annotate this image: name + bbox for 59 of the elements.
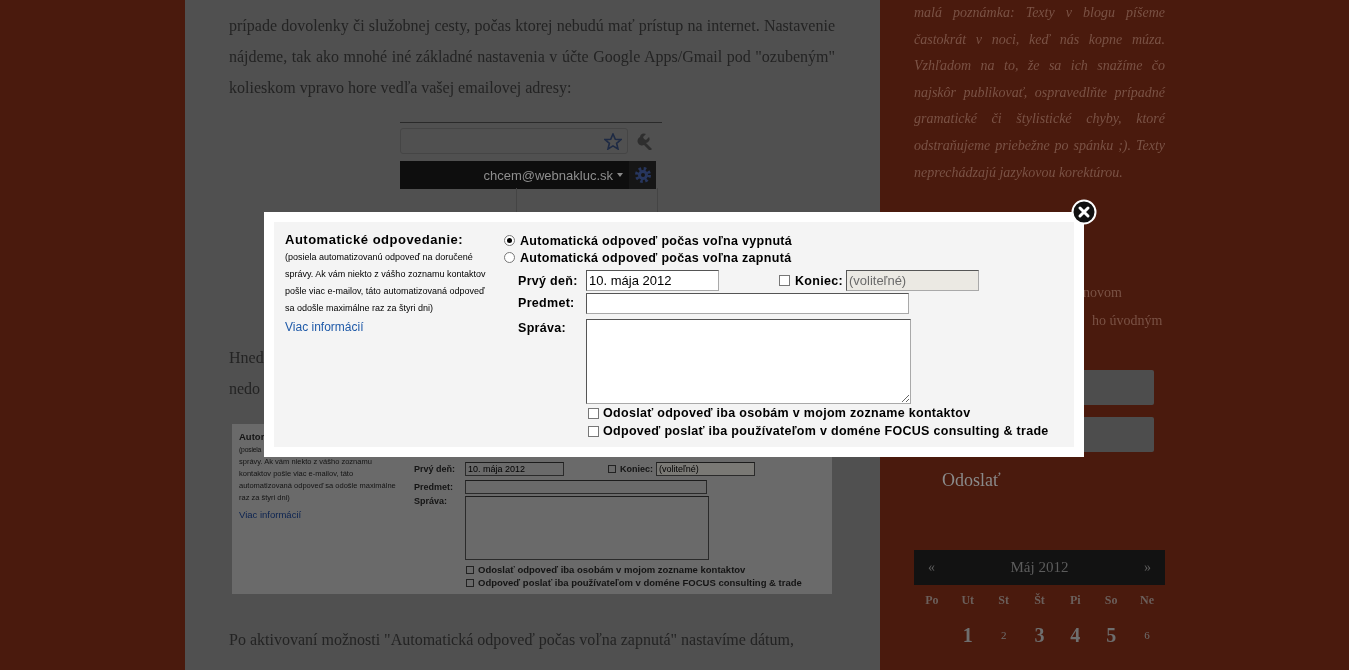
calendar-day: 6 [1144, 629, 1150, 641]
field-label: Koniec: [795, 273, 843, 288]
checkbox[interactable] [779, 275, 790, 286]
date-field[interactable]: (voliteľné) [845, 270, 979, 291]
settings-icon [633, 166, 652, 184]
send-button[interactable]: Odoslať [942, 470, 1001, 491]
field-label: Správa: [518, 321, 567, 335]
setting-title: Automatické odpovedanie: [285, 232, 465, 247]
radio-label: Automatická odpoveď počas voľna zapnutá [520, 250, 792, 265]
field-label: Koniec: [620, 463, 653, 474]
checkbox[interactable] [588, 407, 599, 419]
weekday-label: Št [1034, 592, 1045, 608]
calendar-day: 2 [1000, 629, 1007, 641]
subject-field[interactable] [465, 479, 707, 494]
more-info-link[interactable]: Viac informácií [285, 320, 364, 334]
close-icon[interactable] [1071, 199, 1097, 225]
star-icon [604, 132, 622, 150]
setting-title: Autor [239, 430, 263, 444]
date-field[interactable]: 10. mája 2012 [586, 270, 719, 291]
date-field[interactable]: (voliteľné) [656, 461, 755, 476]
field-label: Predmet: [518, 296, 576, 310]
previous-month-link[interactable]: « [928, 559, 935, 576]
calendar-day-link[interactable]: 3 [1034, 623, 1045, 647]
weekday-label: So [1104, 592, 1118, 608]
message-field[interactable] [465, 496, 709, 560]
weekday-label: St [998, 592, 1009, 608]
field-label: Prvý deň: [518, 273, 579, 288]
weekday-label: Pi [1070, 592, 1081, 608]
calendar-day-link[interactable]: 5 [1106, 623, 1117, 647]
checkbox[interactable] [466, 578, 474, 587]
checkbox[interactable] [608, 464, 616, 473]
next-month-link[interactable]: » [1144, 559, 1151, 576]
radio-button[interactable] [504, 235, 515, 246]
more-info-link[interactable]: Viac informácií [239, 509, 302, 520]
setting-description: (posiela automatizovanú odpoveď na doručené správy. Ak vám niekto z vášho zoznamu kontaktov pošle viac e-mailov, táto automatizovaná odpoveď sa odošle maximálne raz za štyri dni) [285, 251, 487, 315]
weekday-label: Ut [961, 592, 975, 608]
calendar-day-link[interactable]: 1 [962, 623, 973, 647]
field-label: Predmet: [414, 481, 454, 492]
checkbox-label: Odoslať odpoveď iba osobám v mojom zozname kontaktov [603, 406, 971, 420]
date-field[interactable]: 10. mája 2012 [465, 461, 564, 476]
field-label: Prvý deň: [414, 463, 456, 474]
checkbox[interactable] [588, 425, 599, 437]
calendar-day-link[interactable]: 4 [1070, 623, 1081, 647]
subject-field[interactable] [586, 292, 909, 314]
calendar-month: Máj 2012 [1010, 559, 1069, 576]
checkbox-label: Odoslať odpoveď iba osobám v mojom zozname kontaktov [478, 564, 746, 575]
radio-button[interactable] [504, 252, 515, 263]
field-label: Správa: [414, 496, 449, 506]
message-field[interactable] [586, 319, 911, 404]
weekday-label: Po [925, 592, 939, 608]
checkbox[interactable] [466, 565, 474, 574]
checkbox-label: Odpoveď poslať iba používateľom v doméne FOCUS consulting & trade [478, 577, 802, 588]
wrench-icon [637, 132, 655, 150]
account-email: chcem@webnakluc.sk [483, 167, 613, 183]
weekday-label: Ne [1140, 592, 1155, 608]
checkbox-label: Odpoveď poslať iba používateľom v doméne FOCUS consulting & trade [603, 424, 1049, 438]
sidebar-text: novom [1082, 284, 1123, 302]
radio-label: Automatická odpoveď počas voľna vypnutá [520, 233, 793, 248]
caret-icon [617, 173, 623, 177]
